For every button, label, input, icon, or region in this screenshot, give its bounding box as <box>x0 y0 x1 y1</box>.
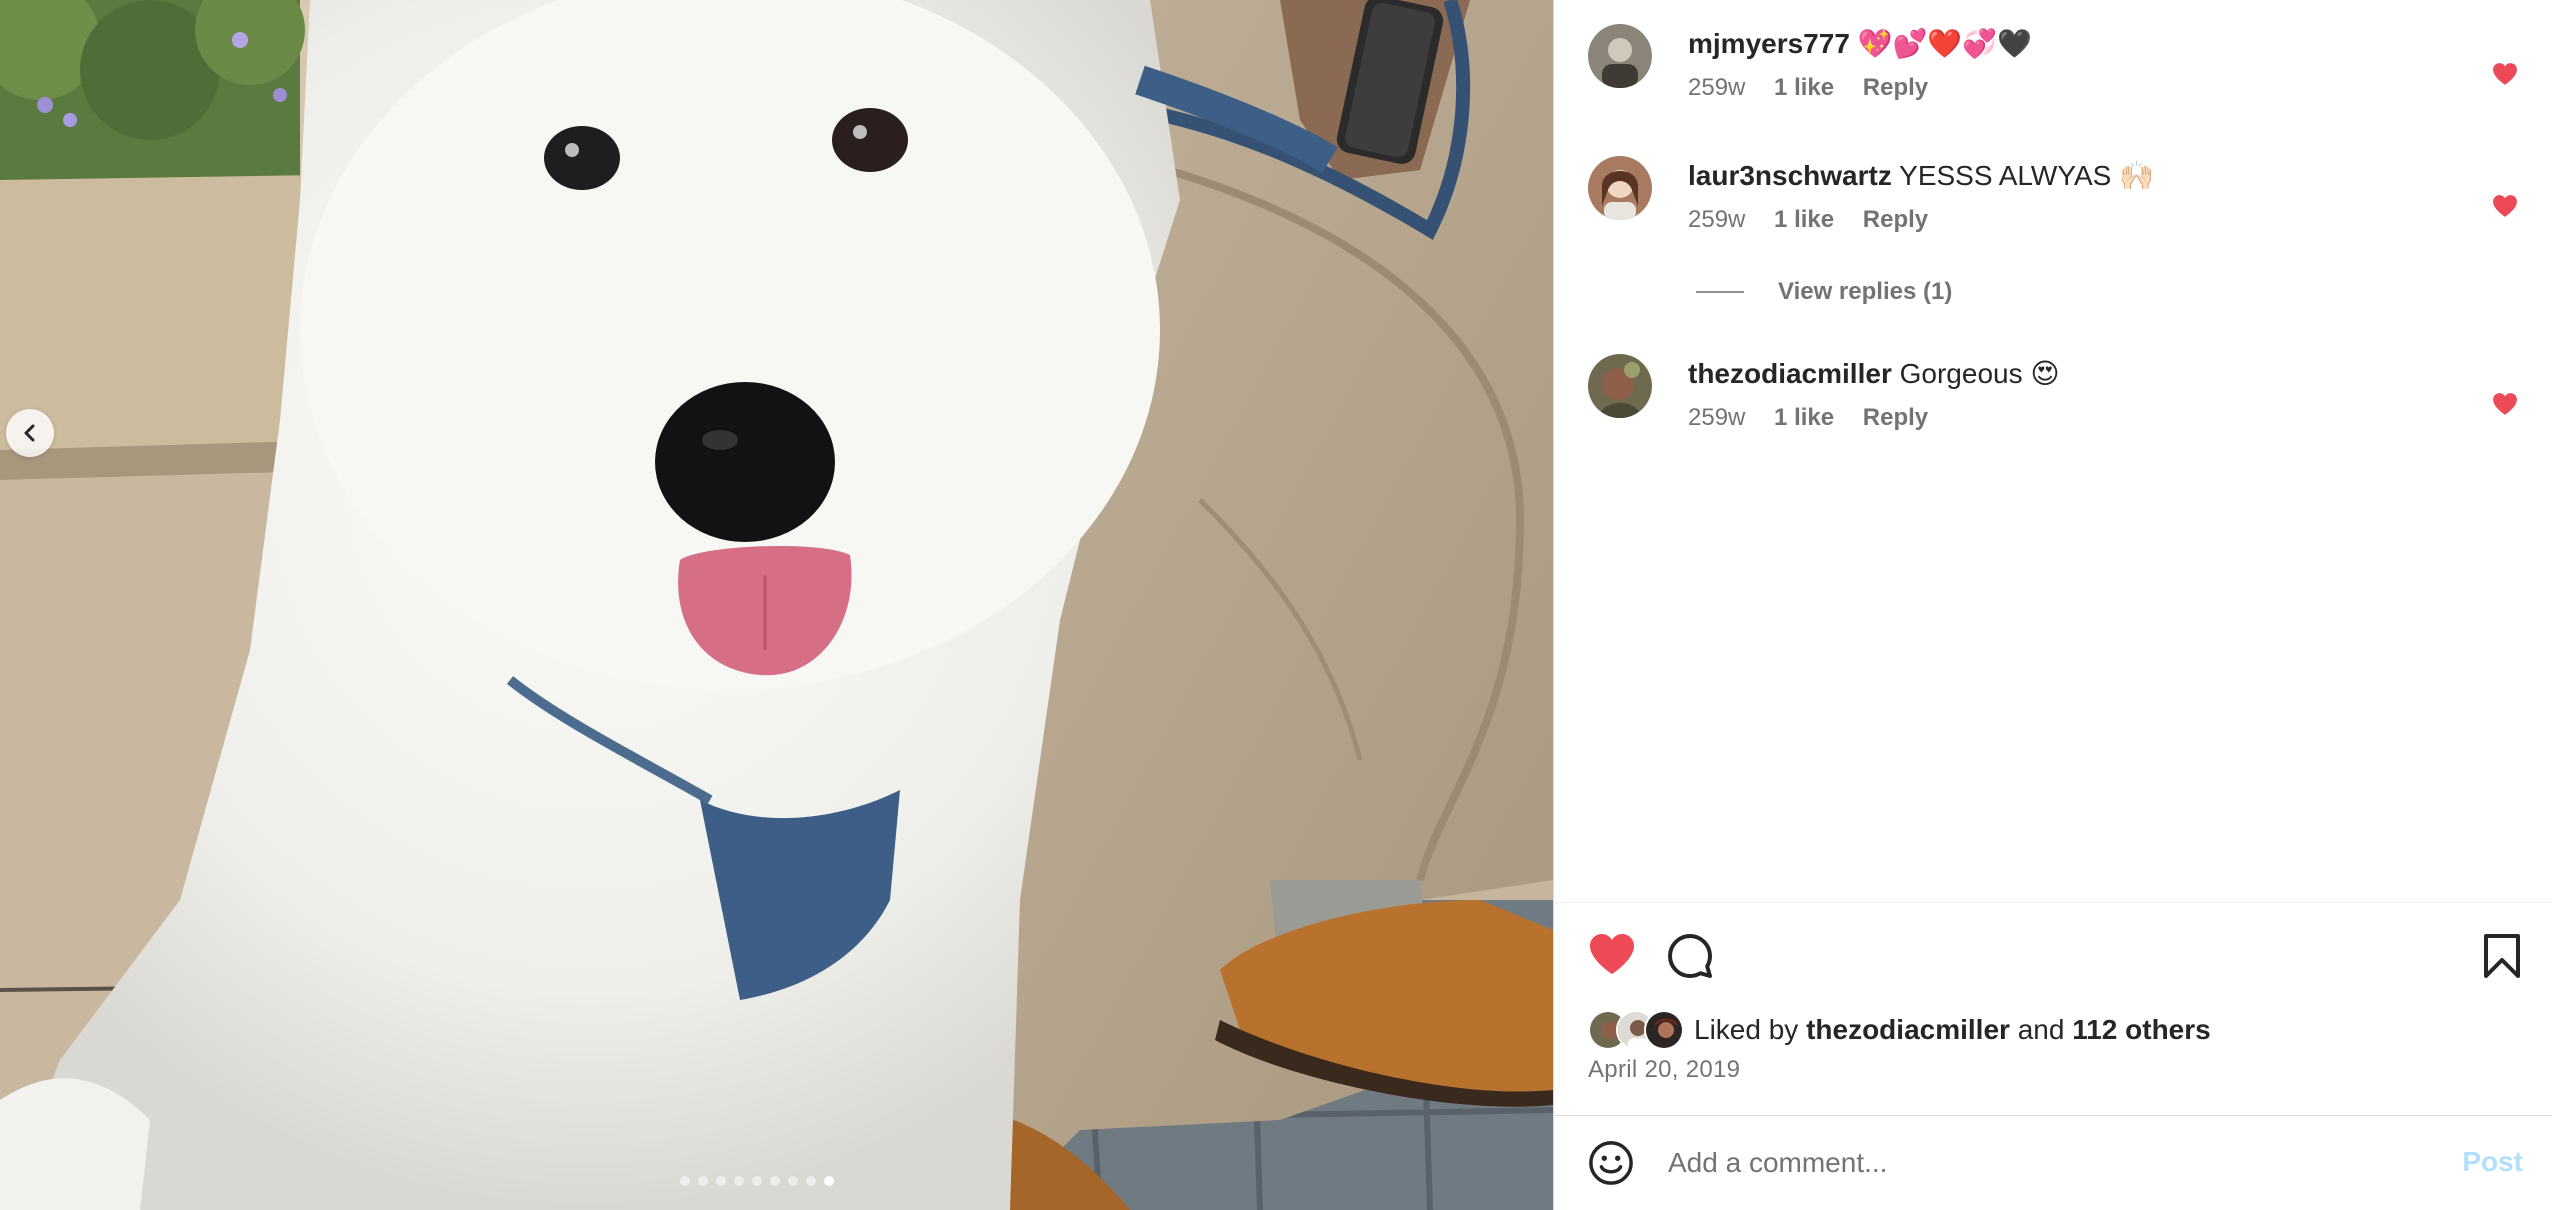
comment-body: laur3nschwartz YESSS ALWYAS 🙌🏻 259w 1 li… <box>1688 158 2468 234</box>
carousel-dot <box>680 1176 690 1186</box>
heart-icon[interactable] <box>1588 932 1636 976</box>
post-photo[interactable] <box>0 0 1553 1210</box>
comment-username[interactable]: laur3nschwartz <box>1688 160 1892 191</box>
actions-divider <box>1554 902 2552 903</box>
comment-input[interactable] <box>1666 1136 2426 1190</box>
puppy-photo <box>0 0 1553 1210</box>
carousel-dot <box>770 1176 780 1186</box>
post-comment-button[interactable]: Post <box>2462 1146 2523 1178</box>
comment-age[interactable]: 259w <box>1688 74 1745 101</box>
comment-like-count[interactable]: 1 like <box>1774 404 1834 431</box>
previous-photo-button[interactable] <box>6 409 54 457</box>
carousel-dot <box>698 1176 708 1186</box>
carousel-dot <box>824 1176 834 1186</box>
comment-heart-icon[interactable] <box>2492 194 2518 218</box>
comment-age[interactable]: 259w <box>1688 404 1745 431</box>
comment-like-count[interactable]: 1 like <box>1774 74 1834 101</box>
side-panel: mjmyers777 💖💕❤️💞🖤 259w 1 like Reply laur… <box>1553 0 2552 1210</box>
carousel-dot <box>716 1176 726 1186</box>
liked-by-prefix: Liked by <box>1694 1014 1799 1045</box>
replies-divider <box>1696 291 1744 293</box>
commenter-avatar[interactable] <box>1588 24 1652 88</box>
liked-by-joiner: and <box>2017 1014 2065 1045</box>
carousel-indicator <box>680 1176 834 1186</box>
emoji-icon[interactable] <box>1588 1140 1634 1186</box>
carousel-dot <box>734 1176 744 1186</box>
comment-body: thezodiacmiller Gorgeous 😍 259w 1 like R… <box>1688 356 2468 432</box>
carousel-dot <box>788 1176 798 1186</box>
liked-by-avatars[interactable] <box>1588 1010 1688 1050</box>
chevron-left-icon <box>24 424 35 442</box>
carousel-dot <box>752 1176 762 1186</box>
liker-avatar <box>1644 1010 1684 1050</box>
add-comment-bar: Post <box>1554 1116 2552 1210</box>
comment-body: mjmyers777 💖💕❤️💞🖤 259w 1 like Reply <box>1688 26 2468 102</box>
likes-summary: Liked by thezodiacmiller and 112 others <box>1588 1010 2211 1050</box>
carousel-dot <box>806 1176 816 1186</box>
view-replies-button[interactable]: View replies (1) <box>1696 278 1952 306</box>
post-viewer: mjmyers777 💖💕❤️💞🖤 259w 1 like Reply laur… <box>0 0 2552 1210</box>
comment-bubble-icon[interactable] <box>1666 932 1714 980</box>
reply-button[interactable]: Reply <box>1863 74 1928 101</box>
comment-text: YESSS ALWYAS 🙌🏻 <box>1899 160 2154 191</box>
comment-username[interactable]: mjmyers777 <box>1688 28 1850 59</box>
liked-by-others[interactable]: 112 others <box>2072 1014 2211 1046</box>
reply-button[interactable]: Reply <box>1863 206 1928 233</box>
liked-by-user[interactable]: thezodiacmiller <box>1806 1014 2010 1046</box>
comment-heart-icon[interactable] <box>2492 62 2518 86</box>
comment-age[interactable]: 259w <box>1688 206 1745 233</box>
bookmark-icon[interactable] <box>2482 934 2522 978</box>
reply-button[interactable]: Reply <box>1863 404 1928 431</box>
commenter-avatar[interactable] <box>1588 156 1652 220</box>
comment-username[interactable]: thezodiacmiller <box>1688 358 1892 389</box>
view-replies-label: View replies (1) <box>1778 278 1953 305</box>
commenter-avatar[interactable] <box>1588 354 1652 418</box>
comment-list[interactable]: mjmyers777 💖💕❤️💞🖤 259w 1 like Reply laur… <box>1554 0 2552 900</box>
comment-heart-icon[interactable] <box>2492 392 2518 416</box>
comment-text: Gorgeous 😍 <box>1899 358 2060 389</box>
comment-like-count[interactable]: 1 like <box>1774 206 1834 233</box>
post-date[interactable]: April 20, 2019 <box>1588 1056 1740 1084</box>
comment-text: 💖💕❤️💞🖤 <box>1857 28 2033 59</box>
